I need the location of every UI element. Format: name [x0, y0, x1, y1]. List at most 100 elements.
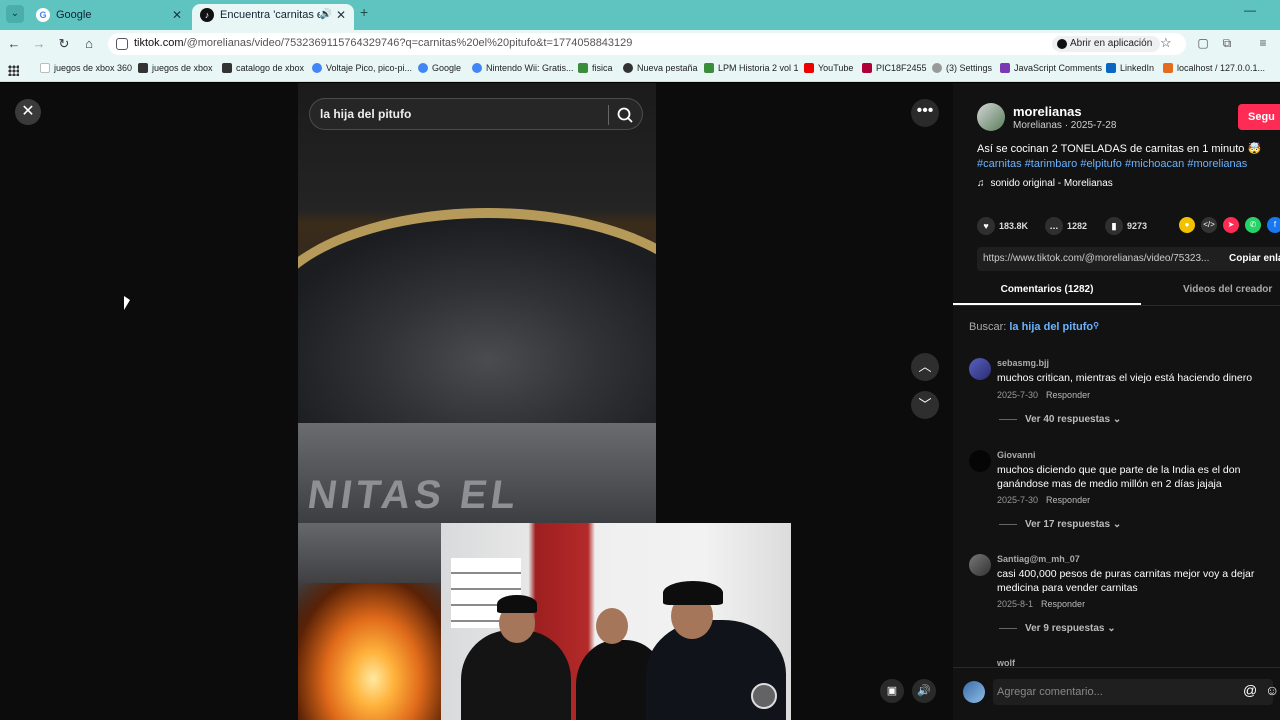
picture-in-picture-video[interactable] — [441, 523, 791, 720]
tab-google[interactable]: G Google ✕ — [28, 4, 190, 30]
comment-username[interactable]: sebasmg.bjj — [997, 358, 1049, 368]
bookmark-item[interactable]: Nintendo Wii: Gratis... — [472, 63, 574, 73]
mention-icon[interactable]: @ — [1243, 682, 1257, 698]
sound-link[interactable]: ♫ sonido original - Morelianas — [977, 178, 1113, 189]
bookmark-item[interactable]: LinkedIn — [1106, 63, 1154, 73]
comment-input[interactable]: Agregar comentario... — [993, 679, 1273, 705]
bookmark-item[interactable]: localhost / 127.0.0.1... — [1163, 63, 1265, 73]
user-avatar — [963, 681, 985, 703]
page-icon — [40, 63, 50, 73]
copy-link-button[interactable]: Copiar enla — [1229, 253, 1280, 264]
reply-button[interactable]: Responder — [1046, 495, 1090, 505]
comment-username[interactable]: Santiag@m_mh_07 — [997, 554, 1080, 564]
facebook-icon[interactable]: f — [1267, 217, 1280, 233]
minimize-icon[interactable]: — — [1244, 3, 1256, 17]
comment-avatar[interactable] — [969, 358, 991, 380]
home-icon[interactable]: ⌂ — [81, 36, 97, 51]
previous-video-icon[interactable]: ︿ — [911, 353, 939, 381]
heart-icon: ♥ — [977, 217, 995, 235]
browser-tab-strip: ⌄ G Google ✕ ♪ Encuentra 'carnitas el pi… — [0, 0, 1280, 30]
hashtags[interactable]: #carnitas #tarimbaro #elpitufo #michoaca… — [977, 158, 1247, 170]
view-replies-button[interactable]: Ver 40 respuestas ⌄ — [999, 414, 1121, 425]
bookmark-star-icon[interactable]: ☆ — [1160, 35, 1172, 51]
reply-button[interactable]: Responder — [1041, 599, 1085, 609]
google-icon — [472, 63, 482, 73]
google-icon — [312, 63, 322, 73]
new-tab-icon[interactable]: + — [360, 4, 368, 20]
search-input[interactable]: la hija del pitufo — [320, 107, 411, 121]
save-button[interactable]: ▮ 9273 — [1105, 217, 1147, 235]
share-arrow-icon[interactable]: ➤ — [1223, 217, 1239, 233]
bookmark-item[interactable]: PIC18F2455 — [862, 63, 927, 73]
search-suggestion-label: Buscar: — [969, 321, 1007, 333]
bookmark-item[interactable]: juegos de xbox — [138, 63, 213, 73]
coin-icon[interactable]: ● — [1179, 217, 1195, 233]
whatsapp-icon[interactable]: ✆ — [1245, 217, 1261, 233]
close-icon[interactable]: ✕ — [15, 99, 41, 125]
search-suggestion-link[interactable]: la hija del pitufo — [1009, 321, 1093, 333]
mini-player-icon[interactable]: ▣ — [880, 679, 904, 703]
reload-icon[interactable]: ↻ — [56, 36, 72, 52]
wok-lettering: NITAS EL — [304, 473, 523, 517]
back-icon[interactable]: ← — [6, 36, 22, 51]
person-head — [596, 608, 628, 644]
cap-image — [663, 581, 723, 605]
follow-button[interactable]: Segu — [1238, 104, 1280, 130]
view-replies-button[interactable]: Ver 17 respuestas ⌄ — [999, 519, 1121, 530]
creator-avatar[interactable] — [977, 103, 1005, 131]
bookmark-item[interactable]: JavaScript Comments — [1000, 63, 1102, 73]
extensions-icon[interactable]: ⧉ — [1220, 36, 1234, 50]
tab-comments[interactable]: Comentarios (1282) — [953, 284, 1141, 295]
forward-icon[interactable]: → — [31, 36, 47, 51]
like-button[interactable]: ♥ 183.8K — [977, 217, 1028, 235]
menu-icon[interactable]: ≡ — [1256, 36, 1270, 50]
apps-grid-icon[interactable] — [8, 65, 19, 76]
tab-tiktok[interactable]: ♪ Encuentra 'carnitas el pitufo' 🔊 ✕ — [192, 4, 354, 30]
search-icon[interactable] — [616, 106, 634, 124]
comment-avatar[interactable] — [969, 554, 991, 576]
bookmarks-bar: juegos de xbox 360 juegos de xbox catalo… — [0, 58, 1280, 82]
more-options-icon[interactable]: ••• — [911, 99, 939, 127]
video-search-bar[interactable]: la hija del pitufo — [309, 98, 643, 130]
linkedin-icon — [1106, 63, 1116, 73]
volume-icon[interactable]: 🔊 — [912, 679, 936, 703]
bookmark-item[interactable]: fisica — [578, 63, 613, 73]
video-stage: ✕ NITAS EL la hija del pitufo ••• ︿ ﹀ ▣ … — [0, 83, 953, 720]
url-text: tiktok.com/@morelianas/video/75323691157… — [134, 37, 633, 49]
reply-button[interactable]: Responder — [1046, 390, 1090, 400]
embed-icon[interactable]: </> — [1201, 217, 1217, 233]
address-bar[interactable]: tiktok.com/@morelianas/video/75323691157… — [108, 33, 1186, 55]
tab-group-icon[interactable]: ▢ — [1196, 36, 1210, 50]
bookmark-item[interactable]: (3) Settings — [932, 63, 992, 73]
creator-username[interactable]: morelianas — [1013, 104, 1082, 119]
tiktok-icon — [1057, 39, 1067, 49]
tab-close-icon[interactable]: ✕ — [172, 4, 182, 26]
page-icon — [222, 63, 232, 73]
search-suggestion: Buscar: la hija del pitufo⚲ — [969, 321, 1099, 333]
site-info-icon[interactable] — [116, 38, 128, 50]
bookmark-item[interactable]: LPM Historia 2 vol 1 — [704, 63, 799, 73]
emoji-icon[interactable]: ☺ — [1265, 682, 1279, 698]
bookmark-item[interactable]: juegos de xbox 360 — [40, 63, 132, 73]
comment-button[interactable]: … 1282 — [1045, 217, 1087, 235]
share-link-box: https://www.tiktok.com/@morelianas/video… — [977, 247, 1280, 271]
comment-username[interactable]: Giovanni — [997, 450, 1036, 460]
bookmark-item[interactable]: YouTube — [804, 63, 853, 73]
bookmark-item[interactable]: Nueva pestaña — [623, 63, 698, 73]
tab-audio-icon[interactable]: 🔊 — [320, 4, 332, 26]
bookmark-item[interactable]: Voltaje Pico, pico-pi... — [312, 63, 412, 73]
comment-date: 2025-7-30 — [997, 390, 1039, 400]
tab-close-icon[interactable]: ✕ — [336, 4, 346, 26]
open-in-app-button[interactable]: Abrir en aplicación — [1052, 36, 1161, 52]
bookmark-item[interactable]: Google — [418, 63, 461, 73]
comment-avatar[interactable] — [969, 450, 991, 472]
share-link-url[interactable]: https://www.tiktok.com/@morelianas/video… — [983, 253, 1209, 264]
video-description: Así se cocinan 2 TONELADAS de carnitas e… — [977, 142, 1277, 172]
replies-line — [999, 627, 1017, 629]
tab-creator-videos[interactable]: Videos del creador — [1183, 284, 1272, 295]
next-video-icon[interactable]: ﹀ — [911, 391, 939, 419]
bookmark-item[interactable]: catalogo de xbox — [222, 63, 304, 73]
view-replies-button[interactable]: Ver 9 respuestas ⌄ — [999, 623, 1116, 634]
mouse-cursor — [124, 296, 136, 310]
tab-search-icon[interactable]: ⌄ — [6, 5, 24, 23]
